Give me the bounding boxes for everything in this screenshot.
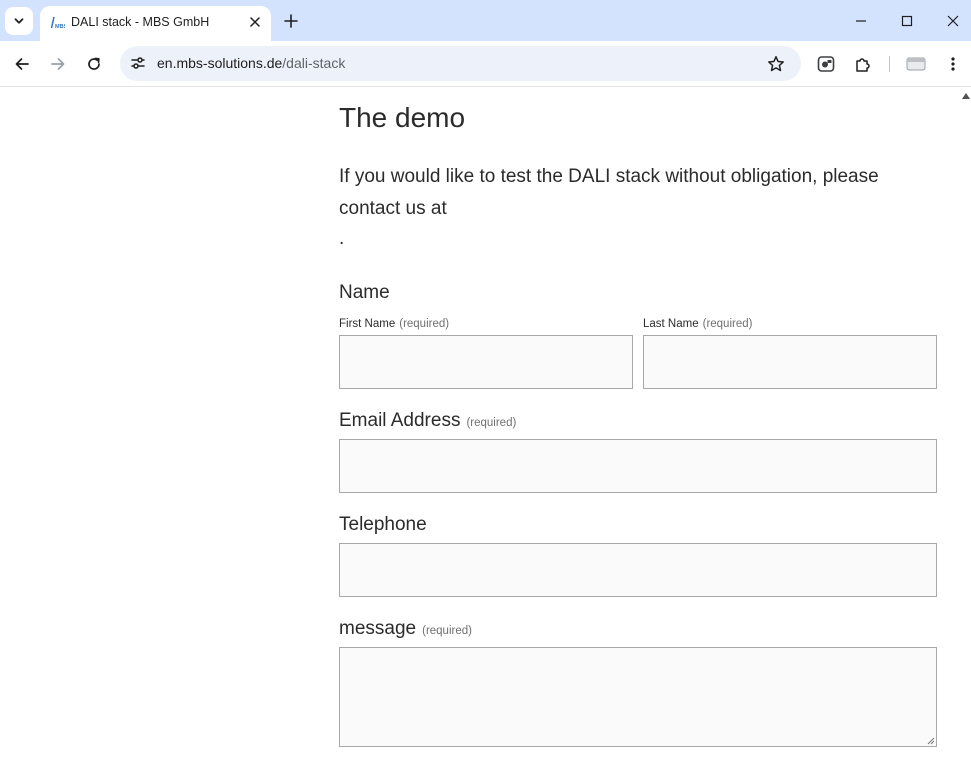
required-marker: (required) (466, 417, 517, 429)
chevron-down-icon (14, 18, 24, 24)
puzzle-icon (856, 58, 870, 72)
svg-text:MBS: MBS (55, 24, 65, 30)
name-label-text: Name (339, 282, 390, 303)
required-marker: (required) (399, 318, 450, 330)
address-bar[interactable]: en.mbs-solutions.de/dali-stack (120, 46, 801, 81)
first-name-label: First Name (required) (339, 318, 449, 330)
intro-text: If you would like to test the DALI stack… (339, 166, 879, 219)
reload-button[interactable] (82, 52, 106, 76)
name-label: Name (339, 282, 390, 304)
maximize-button[interactable] (894, 8, 920, 34)
toolbar-divider (889, 56, 890, 72)
first-name-input[interactable] (339, 335, 633, 389)
url-path: /dali-stack (282, 55, 346, 71)
minimize-icon (856, 20, 866, 22)
close-icon (250, 17, 260, 27)
tab-search-button[interactable] (5, 7, 33, 35)
plus-icon (284, 14, 298, 28)
browser-tab-active[interactable]: MBS DALI stack - MBS GmbH (40, 6, 271, 41)
close-window-button[interactable] (940, 8, 966, 34)
back-button[interactable] (10, 52, 34, 76)
tune-icon (131, 57, 145, 69)
scrollbar-up-arrow[interactable] (962, 93, 970, 99)
arrow-left-icon (15, 58, 29, 70)
minimize-button[interactable] (848, 8, 874, 34)
web-page: The demo If you would like to test the D… (0, 88, 971, 764)
section-title: The demo (339, 102, 466, 133)
site-info-button[interactable] (128, 53, 148, 73)
telephone-label: Telephone (339, 514, 427, 536)
star-icon (768, 56, 784, 72)
last-name-input[interactable] (643, 335, 937, 389)
bookmark-button[interactable] (765, 53, 787, 75)
extension-app-icon (817, 56, 835, 72)
url-text[interactable]: en.mbs-solutions.de/dali-stack (157, 55, 345, 71)
resize-grip-icon[interactable] (926, 736, 935, 745)
tab-title: DALI stack - MBS GmbH (71, 15, 210, 29)
required-marker: (required) (702, 318, 753, 330)
last-name-label: Last Name (required) (643, 318, 752, 330)
first-name-label-text: First Name (339, 318, 396, 330)
message-textarea[interactable] (339, 647, 937, 747)
email-label: Email Address (required) (339, 410, 516, 432)
profile-folder-icon (906, 57, 926, 71)
profile-button[interactable] (904, 52, 928, 76)
email-label-text: Email Address (339, 410, 461, 431)
last-name-label-text: Last Name (643, 318, 699, 330)
message-label: message (required) (339, 618, 472, 640)
close-icon (947, 15, 959, 27)
extensions-menu-button[interactable] (851, 52, 875, 76)
new-tab-button[interactable] (281, 11, 301, 31)
tab-strip: MBS DALI stack - MBS GmbH (0, 0, 971, 41)
message-label-text: message (339, 618, 417, 639)
kebab-icon (951, 57, 955, 71)
browser-menu-button[interactable] (941, 52, 965, 76)
tab-close-button[interactable] (247, 14, 263, 30)
arrow-right-icon (51, 58, 65, 70)
email-input[interactable] (339, 439, 937, 493)
trailing-dot: . (339, 228, 345, 249)
extension-button[interactable] (814, 52, 838, 76)
reload-icon (88, 57, 100, 70)
browser-toolbar: en.mbs-solutions.de/dali-stack (0, 41, 971, 87)
forward-button[interactable] (46, 52, 70, 76)
url-host: en.mbs-solutions.de (157, 55, 283, 71)
maximize-icon (901, 15, 913, 27)
mbs-logo-icon: MBS (50, 16, 65, 30)
telephone-input[interactable] (339, 543, 937, 597)
required-marker: (required) (422, 625, 472, 637)
telephone-label-text: Telephone (339, 514, 427, 535)
